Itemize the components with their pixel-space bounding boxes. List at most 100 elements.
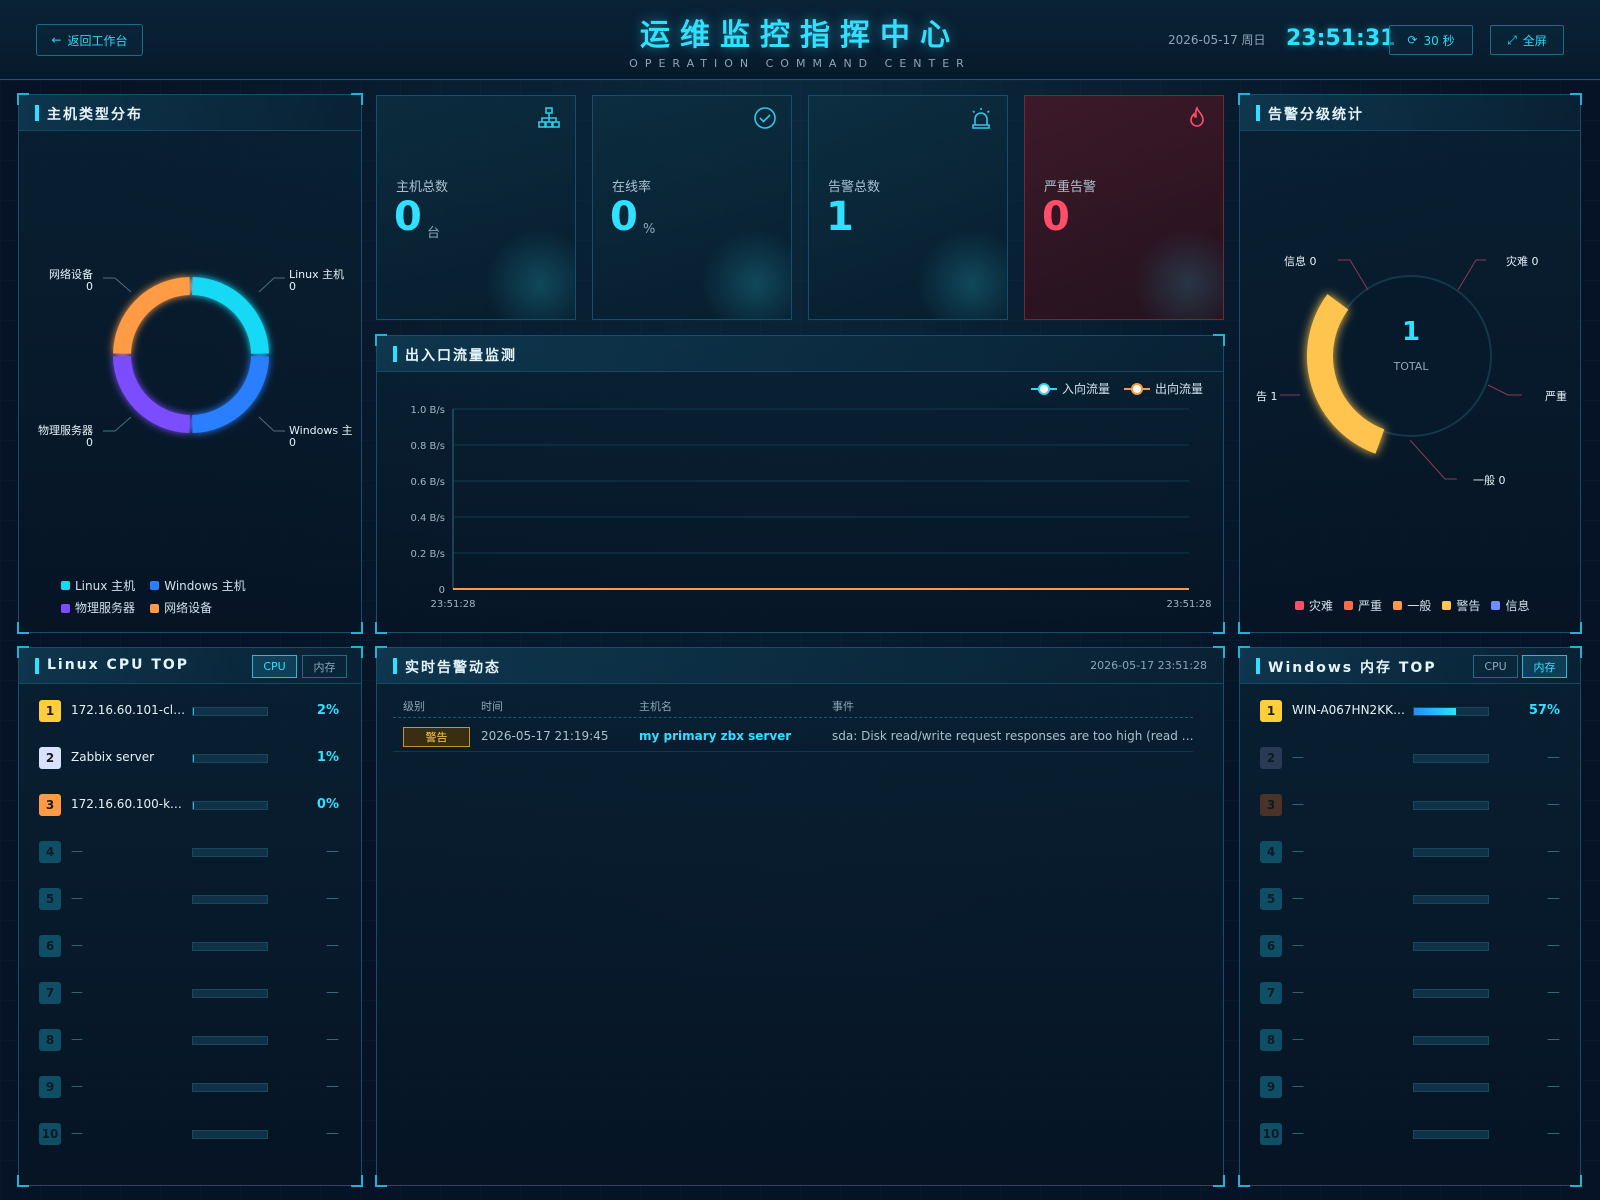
rank-name: 172.16.60.100-kafka [71, 797, 186, 811]
rank-value: 1% [316, 750, 339, 765]
list-item[interactable]: 10 — — [39, 1123, 339, 1147]
date-text: 2026-05-17 周日 [1168, 33, 1266, 47]
alarm-row[interactable]: 警告 2026-05-17 21:19:45 my primary zbx se… [393, 720, 1200, 752]
list-item[interactable]: 3 172.16.60.100-kafka 0% [39, 794, 339, 818]
list-item[interactable]: 8 — — [39, 1029, 339, 1053]
stat-hosts-value: 0 [394, 194, 422, 240]
rank-value: — [326, 1126, 339, 1141]
callout-network-name: 网络设备 [49, 268, 93, 281]
host-type-panel: 主机类型分布 Linux 主机 0 Windows 主 0 物理服务器 0 网络… [17, 93, 363, 634]
donut-slice[interactable] [113, 355, 191, 433]
callout-physical-name: 物理服务器 [38, 424, 93, 437]
donut-slice[interactable] [191, 355, 269, 433]
list-item[interactable]: 1 WIN-A067HN2KKF6 57% [1260, 700, 1560, 724]
callout-windows-value: 0 [289, 436, 296, 449]
donut-slice[interactable] [191, 277, 269, 355]
list-item[interactable]: 7 — — [1260, 982, 1560, 1006]
list-item[interactable]: 2 Zabbix server 1% [39, 747, 339, 771]
stat-card-critical: 严重告警 0 [1024, 95, 1224, 320]
alarm-siren-icon [972, 108, 990, 129]
refresh-interval-button[interactable]: ⟳ 30 秒 [1389, 25, 1473, 55]
rank-name: — [1292, 797, 1304, 811]
stat-online-value: 0 [610, 194, 638, 240]
legend-severe[interactable]: 严重 [1344, 597, 1382, 614]
callout-physical-value: 0 [86, 436, 93, 449]
legend-disaster[interactable]: 灾难 [1295, 597, 1333, 614]
usage-bar-fill [193, 802, 195, 809]
alarm-host[interactable]: my primary zbx server [639, 729, 791, 743]
usage-bar [1413, 1036, 1489, 1045]
legend-normal[interactable]: 一般 [1393, 597, 1431, 614]
donut-slice[interactable] [113, 277, 191, 355]
legend-info[interactable]: 信息 [1491, 597, 1529, 614]
callout-warn: 告 1 [1256, 390, 1278, 403]
list-item[interactable]: 8 — — [1260, 1029, 1560, 1053]
legend-windows[interactable]: Windows 主机 [150, 575, 246, 597]
legend-warning[interactable]: 警告 [1442, 597, 1480, 614]
col-event: 事件 [832, 700, 854, 713]
rank-name: — [71, 844, 83, 858]
x-tick-label: 23:51:28 [1167, 599, 1212, 610]
alarm-table-header: 级别 时间 主机名 事件 [393, 698, 1193, 718]
usage-bar [192, 942, 268, 951]
refresh-icon: ⟳ [1407, 33, 1418, 47]
list-item[interactable]: 2 — — [1260, 747, 1560, 771]
usage-bar [1413, 989, 1489, 998]
legend-linux[interactable]: Linux 主机 [61, 575, 135, 597]
list-item[interactable]: 4 — — [1260, 841, 1560, 865]
rank-name: — [1292, 1079, 1304, 1093]
stat-online-unit: % [643, 222, 656, 237]
y-tick-label: 0.2 B/s [410, 549, 445, 560]
rank-value: — [326, 891, 339, 906]
legend-physical[interactable]: 物理服务器 [61, 597, 135, 619]
usage-bar [192, 848, 268, 857]
list-item[interactable]: 9 — — [39, 1076, 339, 1100]
rank-badge: 4 [1260, 841, 1282, 863]
windows-mem-panel: Windows 内存 TOP CPU 内存 1 WIN-A067HN2KKF6 57… [1238, 646, 1582, 1187]
rank-name: — [71, 1032, 83, 1046]
rank-value: — [326, 938, 339, 953]
linux-tab-cpu[interactable]: CPU [252, 655, 297, 678]
list-item[interactable]: 1 172.16.60.101-clic... 2% [39, 700, 339, 724]
list-item[interactable]: 6 — — [1260, 935, 1560, 959]
list-item[interactable]: 5 — — [1260, 888, 1560, 912]
rank-badge: 5 [39, 888, 61, 910]
list-item[interactable]: 10 — — [1260, 1123, 1560, 1147]
callout-linux: Linux 主机 0 [289, 269, 344, 293]
fullscreen-button[interactable]: ⤢ 全屏 [1490, 25, 1564, 55]
rank-badge: 8 [1260, 1029, 1282, 1051]
network-topology-icon [538, 107, 560, 128]
rank-badge: 1 [1260, 700, 1282, 722]
usage-bar [1413, 942, 1489, 951]
list-item[interactable]: 3 — — [1260, 794, 1560, 818]
header: ← 返回工作台 运维监控指挥中心 OPERATION COMMAND CENTE… [0, 0, 1600, 80]
usage-bar-fill [1414, 708, 1457, 715]
callout-network: 网络设备 0 [37, 269, 93, 293]
alarm-total-label: TOTAL [1393, 360, 1429, 373]
callout-network-value: 0 [86, 280, 93, 293]
list-item[interactable]: 4 — — [39, 841, 339, 865]
y-tick-label: 1.0 B/s [410, 405, 445, 416]
rank-value: — [326, 1032, 339, 1047]
list-item[interactable]: 9 — — [1260, 1076, 1560, 1100]
legend-network[interactable]: 网络设备 [150, 597, 212, 619]
rank-value: — [1547, 938, 1560, 953]
list-item[interactable]: 5 — — [39, 888, 339, 912]
rank-badge: 2 [1260, 747, 1282, 769]
rank-badge: 7 [1260, 982, 1282, 1004]
rank-badge: 8 [39, 1029, 61, 1051]
linux-tab-mem[interactable]: 内存 [302, 655, 347, 678]
check-circle-icon [754, 107, 776, 129]
fullscreen-icon: ⤢ [1507, 32, 1517, 47]
list-item[interactable]: 6 — — [39, 935, 339, 959]
usage-bar [1413, 1083, 1489, 1092]
rank-name: — [1292, 1032, 1304, 1046]
windows-tab-cpu[interactable]: CPU [1473, 655, 1518, 678]
stat-critical-label: 严重告警 [1044, 180, 1097, 195]
windows-tab-mem[interactable]: 内存 [1522, 655, 1567, 678]
list-item[interactable]: 7 — — [39, 982, 339, 1006]
usage-bar [192, 754, 268, 763]
rank-badge: 1 [39, 700, 61, 722]
rank-name: — [71, 891, 83, 905]
rank-value: — [1547, 1032, 1560, 1047]
